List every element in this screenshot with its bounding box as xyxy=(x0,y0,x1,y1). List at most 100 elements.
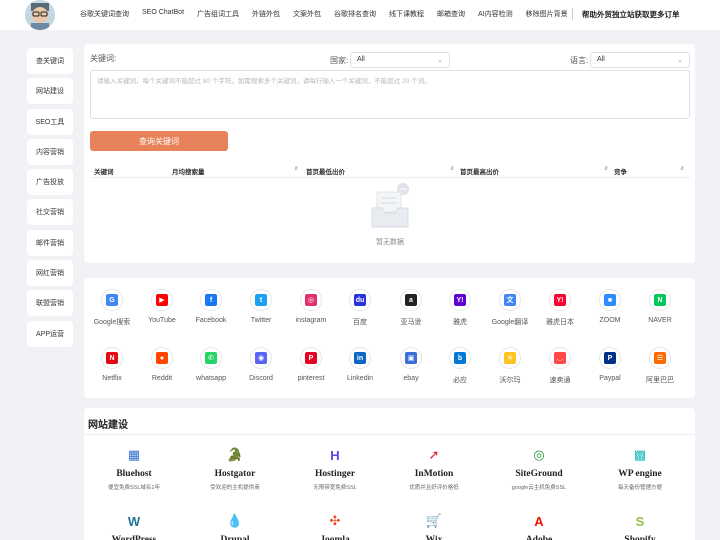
facebook-icon: f xyxy=(205,294,217,306)
social-link-walmart[interactable]: ✳ 沃尔玛 xyxy=(484,347,536,385)
nav-item[interactable]: SEO ChatBot xyxy=(142,9,184,19)
column-header[interactable]: 月均搜索量 xyxy=(172,166,205,176)
sidebar-item[interactable]: 网站建设 xyxy=(27,78,73,105)
site-link-hostgator[interactable]: 🐊 Hostgator 受欢迎的主机提供商 xyxy=(185,444,285,491)
icon-circle: ◉ xyxy=(250,347,272,369)
column-header[interactable]: 关键词 xyxy=(94,166,114,176)
social-link-amazon[interactable]: a 亚马逊 xyxy=(385,289,437,327)
nav-item[interactable]: 谷歌关键词查询 xyxy=(80,9,129,19)
wordpress-icon: W xyxy=(127,513,141,529)
sidebar-item[interactable]: 邮件营销 xyxy=(27,229,73,256)
site-name: InMotion xyxy=(414,469,454,479)
social-link-label: 沃尔玛 xyxy=(499,377,521,384)
pinterest-icon: P xyxy=(305,352,317,364)
site-description: 优质并且好评价格低 xyxy=(409,485,459,491)
social-link-pinterest[interactable]: Ppinterest xyxy=(285,347,337,382)
sidebar-item[interactable]: 广告投放 xyxy=(27,169,73,196)
social-link-ebay[interactable]: ▣ ebay xyxy=(385,347,437,382)
site-link-wpengine[interactable]: ▩ WP engine 每天备份管理方便 xyxy=(590,444,690,491)
site-link-wordpress[interactable]: W WordPress xyxy=(84,510,184,540)
site-link-bluehost[interactable]: ▦ Bluehost 便宜免费SSL域名1年 xyxy=(84,444,184,491)
site-link-hostinger[interactable]: H Hostinger 无限带宽免费SSL xyxy=(285,444,385,492)
column-header[interactable]: 首页最高出价 xyxy=(460,166,499,176)
empty-inbox-icon xyxy=(371,183,409,228)
social-link-aliexpress[interactable]: ◡ 速卖通 xyxy=(534,347,586,385)
social-link-alibaba[interactable]: ☰ 阿里巴巴 xyxy=(634,347,686,385)
icon-circle: P xyxy=(599,347,621,369)
netflix-icon: N xyxy=(106,352,118,364)
site-link-shopify[interactable]: S Shopify xyxy=(590,510,690,540)
keyword-label: 关键词: xyxy=(90,54,117,63)
language-select[interactable]: All ⌄ xyxy=(590,52,690,68)
wix-icon: 🛒 xyxy=(425,513,443,528)
language-label: 语言: xyxy=(570,56,589,65)
column-header[interactable]: 首页最低出价 xyxy=(306,166,345,176)
keyword-textarea[interactable]: 请输入关键词，每个关键词不能超过 80 个字符。如需搜索多个关键词，请每行输入一… xyxy=(90,70,690,119)
sidebar-item[interactable]: 查关键词 xyxy=(27,48,73,74)
icon-circle: ✳ xyxy=(499,347,521,369)
nav-item[interactable]: 广告组词工具 xyxy=(197,9,239,19)
social-link-twitter[interactable]: t Twitter xyxy=(235,289,287,324)
query-keywords-button[interactable]: 查询关键词 xyxy=(90,131,228,151)
social-link-netflix[interactable]: N Netflix xyxy=(86,347,138,382)
sidebar-item[interactable]: APP运营 xyxy=(27,320,73,347)
aliexpress-icon: ◡ xyxy=(554,352,566,364)
section-title: 网站建设 xyxy=(88,420,128,431)
nav-item[interactable]: AI内容检测 xyxy=(478,9,513,19)
social-link-google-translate[interactable]: 文 Google翻译 xyxy=(484,289,536,327)
sidebar-item[interactable]: 社交营销 xyxy=(27,199,73,226)
site-description: 无限带宽免费SSL xyxy=(313,485,357,491)
column-header[interactable]: 竞争 xyxy=(614,166,627,176)
social-link-bing[interactable]: b 必应 xyxy=(434,347,486,385)
nav-item[interactable]: 外链外包 xyxy=(252,9,280,19)
social-link-youtube[interactable]: ▶ YouTube xyxy=(136,289,188,324)
social-link-linkedin[interactable]: in Linkedin xyxy=(334,347,386,382)
site-link-drupal[interactable]: 💧 Drupal xyxy=(185,510,285,540)
sidebar-item[interactable]: 内容营销 xyxy=(27,138,73,165)
icon-circle: G xyxy=(101,289,123,311)
nav-item[interactable]: 文案外包 xyxy=(293,9,321,19)
sort-icon[interactable]: ⇵ xyxy=(604,166,608,172)
site-link-inmotion[interactable]: ➚ InMotion 优质并且好评价格低 xyxy=(384,444,484,491)
sort-icon[interactable]: ⇵ xyxy=(294,166,298,172)
sidebar-item[interactable]: SEO工具 xyxy=(27,108,73,135)
icon-circle: ■ xyxy=(599,289,621,311)
social-link-yahoo-japan[interactable]: Y! 雅虎日本 xyxy=(534,289,586,327)
social-link-instagram[interactable]: ◎ instagram xyxy=(285,289,337,324)
social-link-reddit[interactable]: ● Reddit xyxy=(136,347,188,382)
social-link-whatsapp[interactable]: ✆ whatsapp xyxy=(185,347,237,382)
sidebar-item[interactable]: 网红营销 xyxy=(27,260,73,287)
social-link-paypal[interactable]: P Paypal xyxy=(584,347,636,382)
social-link-google[interactable]: G Google搜索 xyxy=(86,289,138,327)
social-link-label: YouTube xyxy=(148,317,176,324)
social-link-label: whatsapp xyxy=(196,375,226,382)
social-link-naver[interactable]: N NAVER xyxy=(634,289,686,324)
icon-circle: du xyxy=(349,289,371,311)
avatar[interactable] xyxy=(25,0,55,30)
nav-item[interactable]: 线下课教程 xyxy=(389,9,424,19)
sidebar-item[interactable]: 联盟营销 xyxy=(27,290,73,317)
icon-circle: ☰ xyxy=(649,347,671,369)
nav-item[interactable]: 移除图片背景 xyxy=(526,9,568,19)
site-link-siteground[interactable]: ◎ SiteGround google云主机免费SSL xyxy=(489,444,589,491)
site-description: 受欢迎的主机提供商 xyxy=(210,485,260,491)
social-link-label: 必应 xyxy=(453,377,467,384)
sort-icon[interactable]: ⇵ xyxy=(450,166,454,172)
nav-item[interactable]: 谷歌排名查询 xyxy=(334,9,376,19)
social-link-facebook[interactable]: f Facebook xyxy=(185,289,237,324)
keyword-search-panel: 关键词: 国家: All ⌄ 语言: All ⌄ 请输入关键词，每个关键词不能超… xyxy=(84,44,695,263)
country-select[interactable]: All ⌄ xyxy=(350,52,450,68)
site-link-joomla[interactable]: ✣ Joomla xyxy=(285,510,385,540)
nav-item[interactable]: 邮箱查询 xyxy=(437,9,465,19)
social-link-zoom[interactable]: ■ ZOOM xyxy=(584,289,636,324)
zoom-icon: ■ xyxy=(604,294,616,306)
site-link-wix[interactable]: 🛒 Wix xyxy=(384,510,484,540)
sort-icon[interactable]: ⇵ xyxy=(680,166,684,172)
site-link-adobe[interactable]: A Adobe xyxy=(489,510,589,540)
social-link-yahoo[interactable]: Y! 雅虎 xyxy=(434,289,486,327)
nav-cta-link[interactable]: 帮助外贸独立站获取更多订单 xyxy=(582,9,680,20)
social-link-baidu[interactable]: du 百度 xyxy=(334,289,386,327)
hostgator-icon: 🐊 xyxy=(226,447,244,462)
social-link-discord[interactable]: ◉ Discord xyxy=(235,347,287,382)
icon-circle: in xyxy=(349,347,371,369)
